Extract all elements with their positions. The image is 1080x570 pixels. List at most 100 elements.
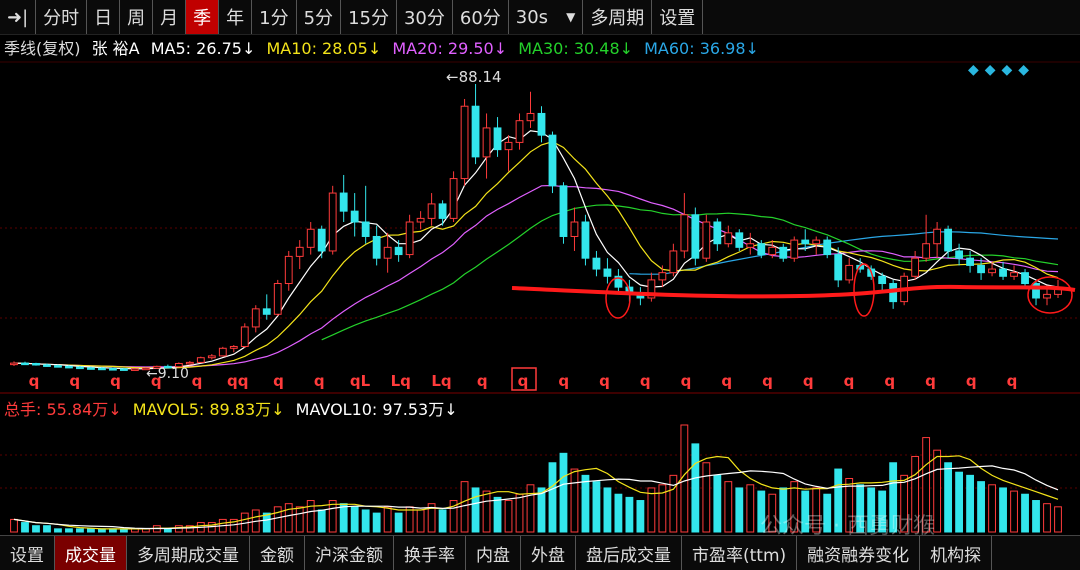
signal-marker: q xyxy=(681,372,692,390)
tab-盘后成交量[interactable]: 盘后成交量 xyxy=(576,536,682,570)
volume-bar xyxy=(361,509,370,533)
signal-marker: q xyxy=(925,372,936,390)
signal-marker: q xyxy=(599,372,610,390)
volume-bar xyxy=(724,481,733,533)
candle-body xyxy=(251,308,260,328)
candle-body xyxy=(515,120,524,143)
signal-marker: q xyxy=(844,372,855,390)
tab-换手率[interactable]: 换手率 xyxy=(394,536,466,570)
tab-设置[interactable]: 设置 xyxy=(0,536,55,570)
volume-bar xyxy=(295,506,304,533)
signal-marker: qL xyxy=(350,372,371,390)
candle-body xyxy=(405,221,414,256)
candle-body xyxy=(680,214,689,252)
candle-body xyxy=(537,112,546,136)
candle-body xyxy=(273,283,282,315)
price-low-label: ←9.10 xyxy=(146,366,189,382)
candle-body xyxy=(845,264,854,281)
volume-bar xyxy=(955,471,964,533)
candle-body xyxy=(834,254,843,281)
candle-body xyxy=(1010,272,1018,277)
volume-bar xyxy=(416,509,425,533)
candle-body xyxy=(603,268,612,277)
volume-bar xyxy=(944,462,953,533)
volume-bar xyxy=(284,503,293,533)
candle-body xyxy=(999,268,1007,277)
volume-bar xyxy=(163,528,172,533)
volume-bar xyxy=(273,506,282,533)
volume-bar xyxy=(548,462,557,533)
tab-金额[interactable]: 金额 xyxy=(250,536,305,570)
candle-body xyxy=(944,228,953,252)
candle-body xyxy=(691,214,700,259)
volume-bar xyxy=(1043,503,1051,533)
volume-bar xyxy=(581,474,590,533)
tab-市盈率(ttm)[interactable]: 市盈率(ttm) xyxy=(682,536,798,570)
signal-marker: q xyxy=(1007,372,1018,390)
volume-bar xyxy=(76,528,84,533)
volume-bar xyxy=(10,518,18,533)
volume-bar xyxy=(317,509,326,533)
volume-bar xyxy=(1032,500,1040,533)
candle-body xyxy=(10,362,18,366)
signal-marker: q xyxy=(803,372,814,390)
signal-marker: q xyxy=(966,372,977,390)
candle-body xyxy=(32,362,40,366)
signal-marker: q xyxy=(477,372,488,390)
candle-body xyxy=(21,362,29,366)
volume-bar xyxy=(328,500,337,533)
candle-body xyxy=(460,105,469,180)
candle-body xyxy=(339,192,348,212)
volume-bar xyxy=(713,474,722,533)
candle-body xyxy=(493,127,502,151)
volume-legend: 总手: 55.84万↓ MAVOL5: 89.83万↓ MAVOL10: 97.… xyxy=(4,398,464,422)
tab-机构探[interactable]: 机构探 xyxy=(920,536,993,570)
candle-body xyxy=(779,246,788,259)
ma30-line xyxy=(321,204,1059,341)
signal-marker: Lq xyxy=(431,372,451,390)
tab-多周期成交量[interactable]: 多周期成交量 xyxy=(127,536,250,570)
candle-body xyxy=(790,239,799,259)
volume-bar xyxy=(350,506,359,533)
candle-body xyxy=(966,257,974,266)
candle-body xyxy=(713,221,722,245)
volume-bar xyxy=(1054,506,1062,533)
signal-marker: q xyxy=(69,372,80,390)
candle-body xyxy=(76,366,84,370)
volume-bar xyxy=(87,528,95,533)
candle-body xyxy=(724,232,733,245)
volume-bar xyxy=(702,462,711,533)
tab-外盘[interactable]: 外盘 xyxy=(521,536,576,570)
candle-body xyxy=(229,345,238,349)
volume-bar xyxy=(43,525,51,533)
volume-bar xyxy=(746,484,755,533)
candle-body xyxy=(119,368,128,371)
support-line xyxy=(511,284,1076,299)
candle-body xyxy=(361,221,370,237)
price-high-label: ←88.14 xyxy=(446,68,502,86)
candle-body xyxy=(768,246,777,256)
candle-body xyxy=(449,178,458,219)
candle-body xyxy=(746,243,755,248)
tab-融资融券变化[interactable]: 融资融券变化 xyxy=(797,536,921,570)
signal-marker: q xyxy=(762,372,773,390)
tab-沪深金额[interactable]: 沪深金额 xyxy=(305,536,394,570)
indicator-tabs: 设置 成交量 多周期成交量 金额 沪深金额 换手率 内盘 外盘 盘后成交量 市盈率(ttm) 融资融… xyxy=(0,535,1080,570)
candle-body xyxy=(878,275,887,285)
ma5-line xyxy=(13,130,1059,370)
tab-内盘[interactable]: 内盘 xyxy=(466,536,521,570)
volume-bar xyxy=(592,481,601,533)
candle-body xyxy=(383,246,392,259)
candle-body xyxy=(394,246,403,256)
candle-body xyxy=(955,250,964,259)
mavol10-value: MAVOL10: 97.53万↓ xyxy=(295,400,458,419)
volume-bar xyxy=(614,493,623,533)
volume-bar xyxy=(372,512,381,533)
signal-marker: q xyxy=(884,372,895,390)
kline-chart[interactable]: q q q q q qq q q qL Lq Lq q q q q q q q q q q q q q q xyxy=(0,0,1080,535)
candle-body xyxy=(87,367,95,370)
signal-marker: qq xyxy=(227,372,248,390)
candle-body xyxy=(988,268,996,274)
tab-成交量[interactable]: 成交量 xyxy=(55,536,127,570)
candle-body xyxy=(65,365,73,369)
